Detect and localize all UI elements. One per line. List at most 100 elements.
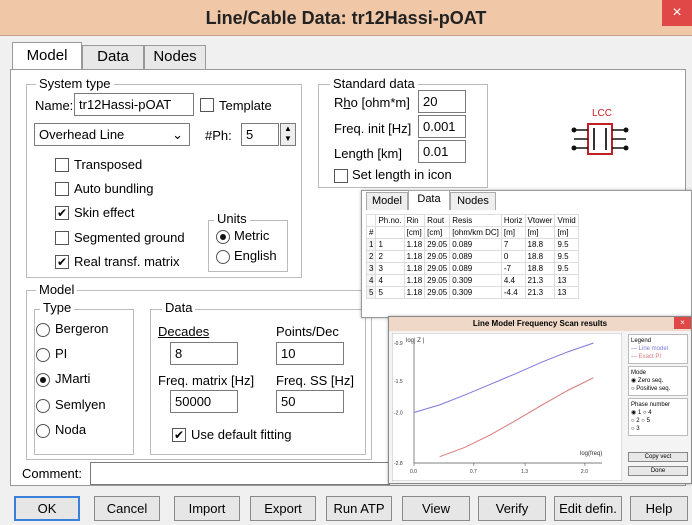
nph-input[interactable]: 5: [241, 123, 279, 146]
table-cell[interactable]: 0.089: [449, 250, 502, 263]
table-cell[interactable]: 4: [375, 274, 405, 287]
table-cell[interactable]: 1.18: [403, 238, 426, 251]
table-cell[interactable]: 9.5: [554, 262, 579, 275]
ok-button[interactable]: OK: [14, 496, 80, 521]
scan-phase-row3[interactable]: ○ 3: [631, 425, 685, 433]
table-cell[interactable]: 0.089: [449, 262, 502, 275]
table-cell[interactable]: 29.05: [424, 274, 451, 287]
table-cell[interactable]: 3: [375, 262, 405, 275]
label-noda: Noda: [55, 422, 87, 437]
transposed-checkbox[interactable]: [55, 158, 69, 172]
table-cell[interactable]: 1.18: [403, 250, 426, 263]
table-cell[interactable]: 29.05: [424, 286, 451, 299]
real-transf-checkbox[interactable]: ✔: [55, 255, 69, 269]
points-input[interactable]: 10: [276, 342, 344, 365]
name-input[interactable]: tr12Hassi-pOAT: [74, 93, 194, 116]
template-checkbox[interactable]: [200, 98, 214, 112]
table-cell[interactable]: 0.309: [449, 286, 502, 299]
english-radio[interactable]: [216, 250, 230, 264]
table-cell[interactable]: 18.8: [524, 238, 556, 251]
freq-ss-input[interactable]: 50: [276, 390, 344, 413]
table-cell[interactable]: 4.4: [500, 274, 526, 287]
scan-phase-row2[interactable]: ○ 2 ○ 5: [631, 417, 685, 425]
scan-mode-label: Mode: [631, 370, 647, 376]
scan-mode-positive[interactable]: ○ Positive seq.: [631, 385, 685, 393]
nph-spinner[interactable]: ▲ ▼: [280, 123, 296, 146]
decades-input[interactable]: 8: [170, 342, 238, 365]
export-button[interactable]: Export: [250, 496, 316, 521]
scan-legend-box: Legend — Line model — Exact PI: [628, 334, 688, 364]
table-cell[interactable]: 1: [375, 238, 405, 251]
table-cell[interactable]: 9.5: [554, 238, 579, 251]
column-unit: #: [366, 226, 377, 239]
scan-done-button[interactable]: Done: [628, 466, 688, 476]
table-header-row: Ph.no. Rin Rout Resis Horiz Vtower Vmid: [366, 214, 579, 227]
scan-copy-button[interactable]: Copy vect: [628, 452, 688, 462]
help-button[interactable]: Help: [630, 496, 688, 521]
close-button[interactable]: ×: [662, 0, 692, 26]
table-cell[interactable]: 1.18: [403, 286, 426, 299]
verify-button[interactable]: Verify: [478, 496, 546, 521]
comment-input[interactable]: [90, 462, 390, 485]
table-cell[interactable]: -7: [500, 262, 526, 275]
table-cell[interactable]: 0: [500, 250, 526, 263]
lcc-symbol-icon: [571, 123, 629, 155]
set-length-checkbox[interactable]: [334, 169, 348, 183]
set-length-label: Set length in icon: [352, 167, 452, 182]
table-cell[interactable]: 18.8: [524, 250, 556, 263]
table-cell[interactable]: 21.3: [524, 286, 556, 299]
table-cell: 5: [366, 286, 377, 299]
table-cell[interactable]: 1.18: [403, 274, 426, 287]
table-cell[interactable]: 7: [500, 238, 526, 251]
import-button[interactable]: Import: [174, 496, 240, 521]
table-cell[interactable]: 5: [375, 286, 405, 299]
auto-bundling-checkbox[interactable]: [55, 182, 69, 196]
rho-input[interactable]: 20: [418, 90, 466, 113]
table-cell[interactable]: 18.8: [524, 262, 556, 275]
table-cell[interactable]: 29.05: [424, 250, 451, 263]
segmented-ground-checkbox[interactable]: [55, 231, 69, 245]
table-cell[interactable]: -4.4: [500, 286, 526, 299]
chevron-down-icon: ⌄: [172, 127, 183, 142]
table-cell[interactable]: 2: [375, 250, 405, 263]
scan-mode-zero[interactable]: ◉ Zero seq.: [631, 377, 685, 385]
view-button[interactable]: View: [402, 496, 470, 521]
column-unit: [m]: [554, 226, 579, 239]
freq-matrix-input[interactable]: 50000: [170, 390, 238, 413]
radio-jmarti[interactable]: [36, 373, 50, 387]
radio-bergeron[interactable]: [36, 323, 50, 337]
tab-data[interactable]: Data: [82, 45, 144, 69]
line-type-select[interactable]: Overhead Line ⌄: [34, 123, 190, 146]
cancel-button[interactable]: Cancel: [94, 496, 160, 521]
table-cell[interactable]: 29.05: [424, 238, 451, 251]
overlay-tab-data[interactable]: Data: [408, 190, 450, 210]
metric-radio[interactable]: [216, 230, 230, 244]
table-cell[interactable]: 9.5: [554, 250, 579, 263]
scan-phase-box: Phase number ◉ 1 ○ 4 ○ 2 ○ 5 ○ 3: [628, 398, 688, 436]
tab-nodes[interactable]: Nodes: [144, 45, 206, 69]
overlay-tab-model[interactable]: Model: [366, 192, 408, 210]
use-default-checkbox[interactable]: ✔: [172, 428, 186, 442]
table-cell[interactable]: 13: [554, 286, 579, 299]
freq-init-input[interactable]: 0.001: [418, 115, 466, 138]
radio-pi[interactable]: [36, 348, 50, 362]
radio-noda[interactable]: [36, 424, 50, 438]
scan-close-button[interactable]: ×: [674, 317, 691, 329]
table-cell: 1: [366, 238, 377, 251]
table-cell[interactable]: 0.089: [449, 238, 502, 251]
table-cell[interactable]: 1.18: [403, 262, 426, 275]
table-cell[interactable]: 21.3: [524, 274, 556, 287]
length-input[interactable]: 0.01: [418, 140, 466, 163]
tab-model[interactable]: Model: [12, 42, 82, 70]
table-cell[interactable]: 29.05: [424, 262, 451, 275]
table-cell[interactable]: 0.309: [449, 274, 502, 287]
table-units-row: # [cm] [cm] [ohm/km DC] [m] [m] [m]: [366, 226, 579, 239]
table-cell[interactable]: 13: [554, 274, 579, 287]
data-table-wrap: Ph.no. Rin Rout Resis Horiz Vtower Vmid # [cm][…: [366, 214, 690, 299]
overlay-tab-nodes[interactable]: Nodes: [450, 192, 496, 210]
run-atp-button[interactable]: Run ATP: [326, 496, 392, 521]
radio-semlyen[interactable]: [36, 399, 50, 413]
scan-phase-row1[interactable]: ◉ 1 ○ 4: [631, 409, 685, 417]
edit-defin-button[interactable]: Edit defin.: [554, 496, 622, 521]
skin-effect-checkbox[interactable]: ✔: [55, 206, 69, 220]
